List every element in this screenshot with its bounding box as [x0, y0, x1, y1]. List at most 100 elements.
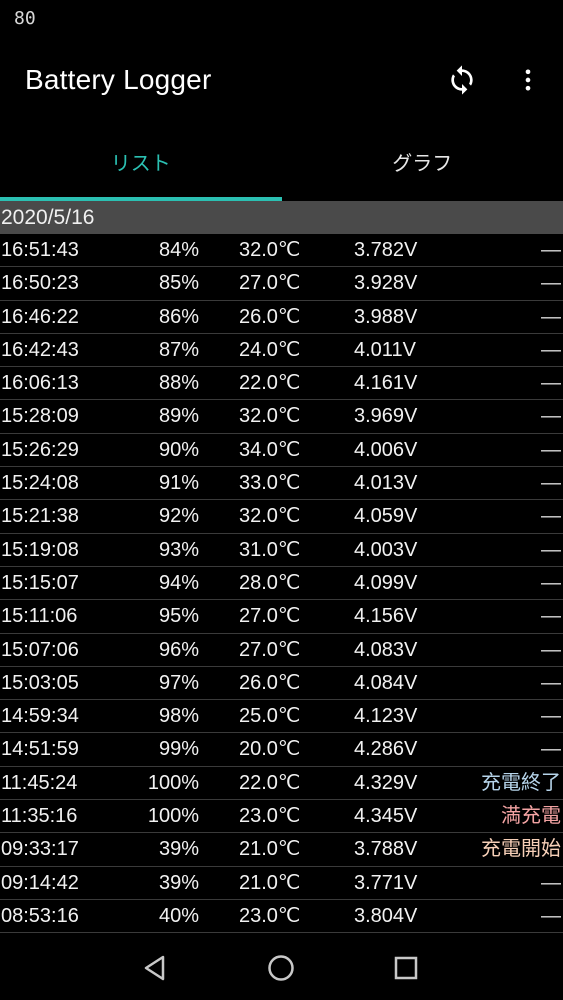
- log-temperature: 32.0℃: [239, 239, 301, 261]
- log-time: 09:33:17: [1, 838, 79, 861]
- table-row: 14:51:59 99% 20.0℃ 4.286V —: [0, 733, 563, 767]
- log-temperature: 27.0℃: [239, 272, 301, 295]
- log-temperature: 34.0℃: [239, 438, 301, 461]
- nav-back-button[interactable]: [137, 950, 173, 986]
- log-voltage: 4.156V: [354, 605, 418, 628]
- overflow-menu-button[interactable]: [508, 60, 548, 100]
- log-voltage: 4.084V: [354, 671, 418, 694]
- table-row: 16:51:43 84% 32.0℃ 3.782V —: [0, 234, 563, 268]
- sync-button[interactable]: [442, 60, 482, 100]
- table-row: 16:50:23 85% 27.0℃ 3.928V —: [0, 267, 563, 301]
- log-battery-level: 93%: [158, 538, 199, 561]
- log-time: 15:26:29: [1, 438, 79, 461]
- log-status: —: [541, 738, 561, 761]
- table-row: 16:46:22 86% 26.0℃ 3.988V —: [0, 301, 563, 334]
- table-row: 16:06:13 88% 22.0℃ 4.161V —: [0, 367, 563, 401]
- log-battery-level: 88%: [158, 372, 199, 395]
- log-temperature: 23.0℃: [239, 904, 301, 927]
- log-time: 16:50:23: [1, 272, 79, 295]
- tab-graph-label: グラフ: [392, 151, 453, 175]
- tab-list[interactable]: リスト: [0, 124, 282, 201]
- table-row: 15:19:08 93% 31.0℃ 4.003V —: [0, 534, 563, 567]
- log-battery-level: 94%: [158, 571, 199, 594]
- log-battery-level: 92%: [158, 505, 199, 528]
- date-section-header: 2020/5/16: [0, 201, 563, 234]
- table-row: 09:14:42 39% 21.0℃ 3.771V —: [0, 867, 563, 900]
- log-time: 15:24:08: [1, 472, 79, 495]
- log-time: 11:45:24: [1, 771, 78, 794]
- nav-home-button[interactable]: [263, 950, 299, 986]
- log-battery-level: 84%: [158, 239, 199, 261]
- table-row: 15:21:38 92% 32.0℃ 4.059V —: [0, 500, 563, 534]
- log-voltage: 4.099V: [354, 571, 418, 594]
- log-voltage: 3.771V: [354, 871, 418, 894]
- log-temperature: 25.0℃: [239, 705, 301, 728]
- log-temperature: 24.0℃: [239, 338, 301, 361]
- log-voltage: 4.286V: [354, 738, 418, 761]
- log-status: —: [541, 705, 561, 728]
- table-row: 15:26:29 90% 34.0℃ 4.006V —: [0, 434, 563, 468]
- log-time: 15:28:09: [1, 405, 79, 428]
- table-row: 11:35:16 100% 23.0℃ 4.345V 満充電: [0, 800, 563, 834]
- log-temperature: 32.0℃: [239, 405, 301, 428]
- log-temperature: 23.0℃: [239, 805, 301, 828]
- log-status: —: [541, 239, 561, 261]
- log-status: —: [541, 571, 561, 594]
- log-temperature: 32.0℃: [239, 505, 301, 528]
- log-status: —: [541, 638, 561, 661]
- log-time: 15:21:38: [1, 505, 79, 528]
- log-battery-level: 91%: [158, 472, 199, 495]
- table-row: 09:33:17 39% 21.0℃ 3.788V 充電開始: [0, 833, 563, 867]
- log-status: —: [541, 272, 561, 295]
- log-voltage: 3.804V: [354, 904, 418, 927]
- log-temperature: 31.0℃: [239, 538, 301, 561]
- table-row: 15:24:08 91% 33.0℃ 4.013V —: [0, 467, 563, 501]
- log-battery-level: 87%: [158, 338, 199, 361]
- log-status: —: [541, 671, 561, 694]
- log-status: —: [541, 505, 561, 528]
- log-status: —: [541, 372, 561, 395]
- table-row: 11:45:24 100% 22.0℃ 4.329V 充電終了: [0, 767, 563, 801]
- system-nav-bar: [0, 934, 563, 1000]
- log-voltage: 4.083V: [354, 638, 418, 661]
- log-time: 15:19:08: [1, 538, 79, 561]
- log-time: 15:15:07: [1, 571, 79, 594]
- nav-recents-button[interactable]: [388, 950, 424, 986]
- log-temperature: 20.0℃: [239, 738, 301, 761]
- back-triangle-icon: [144, 955, 165, 981]
- tab-bar: リスト グラフ: [0, 124, 563, 201]
- log-voltage: 4.006V: [354, 438, 418, 461]
- status-bar: 80: [0, 0, 563, 40]
- battery-log-list[interactable]: 16:51:43 84% 32.0℃ 3.782V — 16:50:23 85% 27.0℃ 3…: [0, 234, 563, 934]
- log-temperature: 27.0℃: [239, 605, 301, 628]
- log-voltage: 4.003V: [354, 538, 418, 561]
- log-time: 15:11:06: [1, 605, 78, 628]
- log-battery-level: 96%: [158, 638, 199, 661]
- log-time: 16:42:43: [1, 338, 79, 361]
- log-time: 14:59:34: [1, 705, 79, 728]
- log-battery-level: 95%: [158, 605, 199, 628]
- log-time: 08:53:16: [1, 904, 79, 927]
- log-voltage: 4.329V: [354, 771, 418, 794]
- log-battery-level: 97%: [158, 671, 199, 694]
- log-time: 16:46:22: [1, 305, 79, 328]
- log-voltage: 4.013V: [354, 472, 418, 495]
- log-time: 09:14:42: [1, 871, 79, 894]
- log-temperature: 28.0℃: [239, 571, 301, 594]
- log-time: 11:35:16: [1, 805, 78, 828]
- log-battery-level: 90%: [158, 438, 199, 461]
- log-battery-level: 89%: [158, 405, 199, 428]
- table-row: 15:15:07 94% 28.0℃ 4.099V —: [0, 567, 563, 601]
- log-status: —: [541, 305, 561, 328]
- log-battery-level: 39%: [158, 838, 199, 861]
- log-battery-level: 39%: [158, 871, 199, 894]
- log-voltage: 4.123V: [354, 705, 418, 728]
- app-bar: Battery Logger: [0, 40, 563, 124]
- tab-graph[interactable]: グラフ: [282, 124, 563, 201]
- log-battery-level: 99%: [158, 738, 199, 761]
- log-voltage: 3.969V: [354, 405, 418, 428]
- log-temperature: 27.0℃: [239, 638, 301, 661]
- more-vert-icon: [525, 69, 531, 91]
- recents-square-icon: [394, 956, 418, 980]
- table-row: 16:42:43 87% 24.0℃ 4.011V —: [0, 334, 563, 368]
